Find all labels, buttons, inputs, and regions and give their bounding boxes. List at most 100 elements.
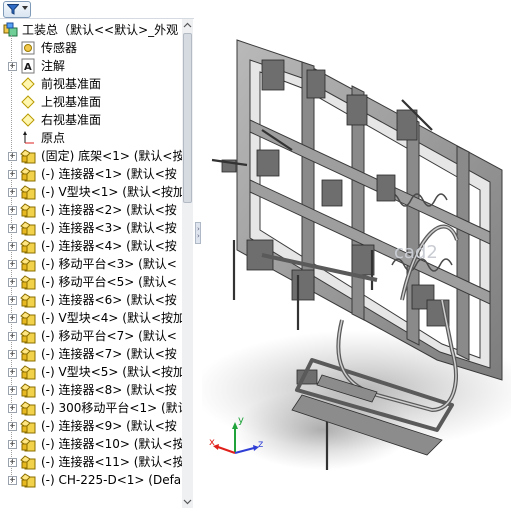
scroll-thumb[interactable] bbox=[183, 33, 192, 203]
filter-toolbar bbox=[0, 0, 194, 19]
tree-item[interactable]: (-) V型块<4> (默认<按加 bbox=[0, 309, 186, 327]
expand-toggle[interactable] bbox=[8, 314, 17, 323]
tree-item-label: (-) V型块<1> (默认<按加 bbox=[41, 185, 186, 199]
tree-item-label: (-) V型块<5> (默认<按加 bbox=[41, 365, 186, 379]
tree-item-label: (-) 移动平台<7> (默认< bbox=[41, 329, 177, 343]
tree-item-label: (-) V型块<4> (默认<按加 bbox=[41, 311, 186, 325]
tree-item[interactable]: (-) 连接器<10> (默认<按 bbox=[0, 435, 184, 453]
tree-item[interactable]: (-) 连接器<3> (默认<按 bbox=[0, 219, 182, 237]
tree-item[interactable]: (-) 移动平台<5> (默认< bbox=[0, 273, 182, 291]
part-icon bbox=[20, 275, 36, 290]
scroll-up-icon[interactable] bbox=[183, 21, 192, 30]
expand-toggle[interactable] bbox=[8, 476, 17, 485]
expand-toggle[interactable] bbox=[8, 224, 17, 233]
feature-tree: 工装总（默认<<默认>_外观传感器 A 注解前视基准面上视基准面右视基准面原点 (固定… bbox=[0, 21, 190, 489]
axis-x-label: x bbox=[209, 437, 215, 448]
expand-toggle[interactable] bbox=[8, 296, 17, 305]
part-icon bbox=[20, 419, 36, 434]
tree-item-label: (-) 连接器<11> (默认<按 bbox=[41, 455, 185, 469]
tree-item[interactable]: 右视基准面 bbox=[0, 111, 182, 129]
expand-toggle[interactable] bbox=[8, 188, 17, 197]
expand-toggle[interactable] bbox=[8, 458, 17, 467]
tree-item[interactable]: 上视基准面 bbox=[0, 93, 182, 111]
tree-item-label: (-) 连接器<7> (默认<按 bbox=[41, 347, 177, 361]
tree-item-label: (-) 移动平台<3> (默认< bbox=[41, 257, 177, 271]
part-icon bbox=[20, 257, 36, 272]
expand-toggle[interactable] bbox=[8, 242, 17, 251]
part-icon bbox=[20, 149, 36, 164]
tree-item[interactable]: 传感器 bbox=[0, 39, 182, 57]
tree-item[interactable]: 前视基准面 bbox=[0, 75, 182, 93]
tree-item-label: (-) 连接器<3> (默认<按 bbox=[41, 221, 177, 235]
part-icon bbox=[20, 383, 36, 398]
svg-text:A: A bbox=[24, 62, 32, 73]
part-icon bbox=[20, 293, 36, 308]
tree-root-item[interactable]: 工装总（默认<<默认>_外观 bbox=[0, 21, 182, 39]
tree-item[interactable]: (-) 连接器<2> (默认<按 bbox=[0, 201, 182, 219]
tree-item[interactable]: (-) 300移动平台<1> (默认 bbox=[0, 399, 190, 417]
plane-icon bbox=[21, 77, 35, 91]
tree-item[interactable]: (-) 连接器<8> (默认<按 bbox=[0, 381, 182, 399]
tree-item[interactable]: (-) 连接器<6> (默认<按 bbox=[0, 291, 182, 309]
tree-item-label: (-) 移动平台<5> (默认< bbox=[41, 275, 177, 289]
tree-item-label: (-) 连接器<9> (默认<按 bbox=[41, 419, 177, 433]
annotation-icon: A bbox=[21, 58, 35, 74]
panel-splitter[interactable] bbox=[194, 0, 202, 508]
tree-item[interactable]: (-) 移动平台<7> (默认< bbox=[0, 327, 182, 345]
tree-item[interactable]: (-) 连接器<9> (默认<按 bbox=[0, 417, 182, 435]
tree-scrollbar[interactable] bbox=[182, 19, 193, 508]
scroll-down-icon[interactable] bbox=[183, 497, 192, 506]
splitter-collapse-handle[interactable]: › › bbox=[195, 222, 201, 244]
tree-item-label: 右视基准面 bbox=[41, 113, 102, 127]
tree-item[interactable]: (-) V型块<1> (默认<按加 bbox=[0, 183, 186, 201]
tree-item[interactable]: 原点 bbox=[0, 129, 182, 147]
tree-item[interactable]: (固定) 底架<1> (默认<按 bbox=[0, 147, 184, 165]
tree-item-label: (-) CH-225-D<1> (Defau bbox=[41, 473, 189, 487]
tree-item-label: 原点 bbox=[41, 131, 66, 145]
chevron-down-icon bbox=[22, 6, 28, 10]
expand-toggle[interactable] bbox=[8, 386, 17, 395]
funnel-icon bbox=[7, 4, 19, 15]
expand-toggle[interactable] bbox=[8, 368, 17, 377]
tree-item[interactable]: (-) 移动平台<3> (默认< bbox=[0, 255, 182, 273]
expand-toggle[interactable] bbox=[8, 332, 17, 341]
expand-toggle[interactable] bbox=[8, 278, 17, 287]
base-frame[interactable] bbox=[236, 39, 503, 381]
expand-toggle[interactable] bbox=[8, 62, 17, 71]
axis-triad: y x z bbox=[209, 415, 263, 454]
tree-item[interactable]: (-) 连接器<7> (默认<按 bbox=[0, 345, 182, 363]
tree-item[interactable]: (-) 连接器<1> (默认<按 bbox=[0, 165, 182, 183]
expand-toggle[interactable] bbox=[8, 404, 17, 413]
tree-item-label: 工装总（默认<<默认>_外观 bbox=[22, 23, 179, 37]
expand-toggle[interactable] bbox=[8, 170, 17, 179]
expand-toggle[interactable] bbox=[8, 440, 17, 449]
tree-item-label: (-) 连接器<4> (默认<按 bbox=[41, 239, 177, 253]
tree-item[interactable]: (-) V型块<5> (默认<按加 bbox=[0, 363, 186, 381]
expand-toggle[interactable] bbox=[8, 206, 17, 215]
axis-y-label: y bbox=[238, 415, 244, 426]
filter-button[interactable] bbox=[3, 1, 31, 18]
watermark-text: cad2 bbox=[394, 242, 438, 263]
plane-icon bbox=[21, 113, 35, 127]
part-icon bbox=[20, 347, 36, 362]
part-icon bbox=[20, 473, 36, 488]
expand-toggle[interactable] bbox=[8, 152, 17, 161]
tree-item[interactable]: (-) 连接器<4> (默认<按 bbox=[0, 237, 182, 255]
tree-guide-line bbox=[11, 35, 12, 485]
tree-item-label: (-) 300移动平台<1> (默认 bbox=[41, 401, 190, 415]
tree-item[interactable]: A 注解 bbox=[0, 57, 182, 75]
expand-toggle[interactable] bbox=[8, 422, 17, 431]
part-icon bbox=[20, 203, 36, 218]
part-icon bbox=[20, 185, 36, 200]
expand-toggle[interactable] bbox=[8, 350, 17, 359]
tree-item-label: 上视基准面 bbox=[41, 95, 102, 109]
tree-item-label: (-) 连接器<2> (默认<按 bbox=[41, 203, 177, 217]
tree-item[interactable]: (-) CH-225-D<1> (Defau bbox=[0, 471, 189, 489]
part-icon bbox=[20, 401, 36, 416]
tree-item[interactable]: (-) 连接器<11> (默认<按 bbox=[0, 453, 185, 471]
part-icon bbox=[20, 455, 36, 470]
expand-toggle[interactable] bbox=[8, 260, 17, 269]
part-icon bbox=[20, 365, 36, 380]
part-icon bbox=[20, 221, 36, 236]
graphics-viewport[interactable]: cad2 y x z bbox=[202, 0, 511, 508]
